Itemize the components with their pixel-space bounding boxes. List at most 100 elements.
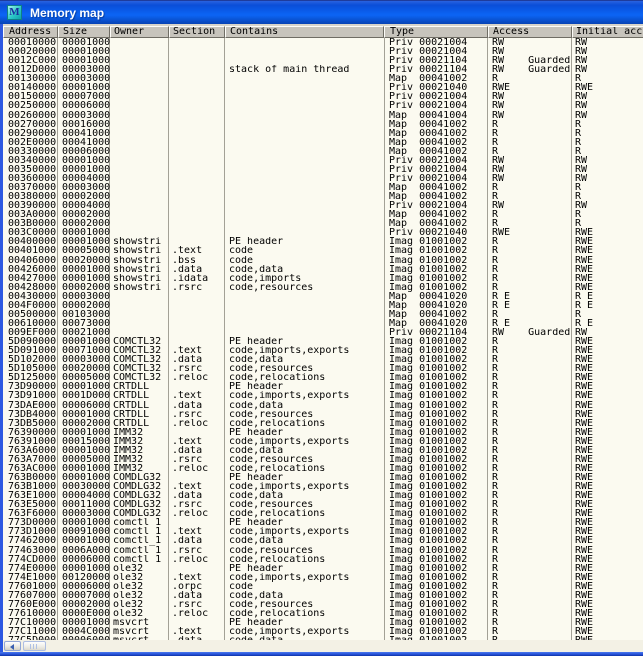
table-row[interactable]: 73D9000000001000CRTDLLPE headerImag 0100… [3,382,643,391]
table-row[interactable]: 0002000000001000Priv 00021004RWRW [3,47,643,56]
table-row[interactable]: 5D10200000003000COMCTL32.datacode,dataIm… [3,355,643,364]
table-row[interactable]: 763B100000030000COMDLG32.textcode,import… [3,482,643,491]
table-row[interactable]: 5D12500000005000COMCTL32.reloccode,reloc… [3,373,643,382]
column-header-contains[interactable]: Contains [225,26,384,38]
column-header-address[interactable]: Address [3,26,58,38]
scrollbar-track[interactable] [47,640,643,652]
cell-initial_access: RWE [575,283,643,292]
table-row[interactable]: 003A000000002000Map 00041002RR [3,210,643,219]
cell-address: 774E1000 [8,573,58,582]
table-row[interactable]: 0012C00000001000Priv 00021104RW GuardedR… [3,56,643,65]
title-bar[interactable]: M Memory map [0,0,643,24]
table-row[interactable]: 763A700000005000IMM32.rsrccode,resources… [3,455,643,464]
table-row[interactable]: 0029000000041000Map 00041002RR [3,129,643,138]
table-row[interactable]: 0061000000073000Map 00041020R ER E [3,319,643,328]
table-row[interactable]: 73D910000001D000CRTDLL.textcode,imports,… [3,391,643,400]
table-row[interactable]: 0001000000001000Priv 00021004RWRW [3,38,643,47]
table-row[interactable]: 763B000000001000COMDLG32PE headerImag 01… [3,473,643,482]
table-row[interactable]: 0036000000004000Priv 00021004RWRW [3,174,643,183]
table-row[interactable]: 5D09100000071000COMCTL32.textcode,import… [3,346,643,355]
column-header-size[interactable]: Size [58,26,110,38]
memory-map-icon[interactable]: M [7,5,22,20]
table-row[interactable]: 0012D00000003000stack of main threadPriv… [3,65,643,74]
table-row[interactable]: 002E000000041000Map 00041002RR [3,138,643,147]
table-row[interactable]: 763F600000003000COMDLG32.reloccode,reloc… [3,509,643,518]
column-header-label: Type [385,27,414,37]
column-header-section[interactable]: Section [169,26,225,38]
table-row[interactable]: 0026000000003000Map 00041004RWRW [3,111,643,120]
column-header-type[interactable]: Type [384,26,488,38]
cell-size: 00041000 [62,129,110,138]
cell-section: .data [172,401,225,410]
table-row[interactable]: 763A600000001000IMM32.datacode,dataImag … [3,446,643,455]
table-row[interactable]: 0042600000001000showstri.datacode,dataIm… [3,265,643,274]
cell-access: R [492,609,572,618]
table-row[interactable]: 763E100000004000COMDLG32.datacode,dataIm… [3,491,643,500]
table-row[interactable]: 0040100000005000showstri.textcodeImag 01… [3,246,643,255]
table-row[interactable]: 003B000000002000Map 00041002RR [3,219,643,228]
horizontal-scrollbar[interactable] [3,640,643,652]
table-row[interactable]: 0037000000003000Map 00041002RR [3,183,643,192]
table-row[interactable]: 7760100000006000ole32.orpccodeImag 01001… [3,582,643,591]
cell-section: .reloc [172,555,225,564]
table-row[interactable]: 774CD00000006000comctl_1.reloccode,reloc… [3,555,643,564]
table-row[interactable]: 0042700000001000showstri.idatacode,impor… [3,274,643,283]
cell-size: 00006000 [62,147,110,156]
table-row[interactable]: 763AC00000001000IMM32.reloccode,relocati… [3,464,643,473]
table-row[interactable]: 73DB500000002000CRTDLL.reloccode,relocat… [3,419,643,428]
table-row[interactable]: 0050000000103000Map 00041002RR [3,310,643,319]
table-row[interactable]: 73DAE00000006000CRTDLL.datacode,dataImag… [3,401,643,410]
table-row[interactable]: 773D000000001000comctl_1PE headerImag 01… [3,518,643,527]
cell-type: Imag 01001002 [389,283,488,292]
table-row[interactable]: 0033000000006000Map 00041002RR [3,147,643,156]
table-row[interactable]: 7746200000001000comctl_1.datacode,dataIm… [3,536,643,545]
table-row[interactable]: 774630000006A000comctl_1.rsrccode,resour… [3,546,643,555]
cell-contains: code,imports,exports [229,527,384,536]
table-row[interactable]: 0042800000002000showstri.rsrccode,resour… [3,283,643,292]
column-header-owner[interactable]: Owner [110,26,169,38]
table-row[interactable]: 0035000000001000Priv 00021004RWRW [3,165,643,174]
cell-contains: PE header [229,428,384,437]
cell-initial_access: R [575,147,643,156]
table-row[interactable]: 73DB400000001000CRTDLL.rsrccode,resource… [3,410,643,419]
table-row[interactable]: 763E500000011000COMDLG32.rsrccode,resour… [3,500,643,509]
cell-size: 00001000 [62,518,110,527]
cell-size: 00004000 [62,174,110,183]
table-row[interactable]: 776100000000E000ole32.reloccode,relocati… [3,609,643,618]
table-row[interactable]: 77C1000000001000msvcrtPE headerImag 0100… [3,618,643,627]
table-row[interactable]: 0014000000001000Priv 00021040RWERWE [3,83,643,92]
table-row[interactable]: 5D09000000001000COMCTL32PE headerImag 01… [3,337,643,346]
table-row[interactable]: 773D100000091000comctl_1.textcode,import… [3,527,643,536]
table-row[interactable]: 003C000000001000Priv 00021040RWERWE [3,228,643,237]
table-row[interactable]: 0040600000020000showstri.bsscodeImag 010… [3,256,643,265]
table-row[interactable]: 7760E00000002000ole32.rsrccode,resources… [3,600,643,609]
table-row[interactable]: 0013000000003000Map 00041002RR [3,74,643,83]
table-row[interactable]: 0034000000001000Priv 00021004RWRW [3,156,643,165]
table-row[interactable]: 5D10500000020000COMCTL32.rsrccode,resour… [3,364,643,373]
table-row[interactable]: 0039000000004000Priv 00021004RWRW [3,201,643,210]
column-header-initial_access[interactable]: Initial acc [572,26,643,38]
table-row[interactable]: 774E100000120000ole32.textcode,imports,e… [3,573,643,582]
table-row[interactable]: 7639100000015000IMM32.textcode,imports,e… [3,437,643,446]
table-row[interactable]: 7760700000007000ole32.datacode,dataImag … [3,591,643,600]
cell-owner: COMCTL32 [113,364,169,373]
table-row[interactable]: 004F000000002000Map 00041020R ER E [3,301,643,310]
table-row[interactable]: 0027000000016000Map 00041002RR [3,120,643,129]
scroll-left-button[interactable] [4,641,21,651]
table-row[interactable]: 7639000000001000IMM32PE headerImag 01001… [3,428,643,437]
cell-contains: code,relocations [229,509,384,518]
table-row[interactable]: 0015000000007000Priv 00021004RWRW [3,92,643,101]
table-row[interactable]: 009EF00000021000Priv 00021104RW GuardedR… [3,328,643,337]
table-row[interactable]: 0043000000003000Map 00041020R ER E [3,292,643,301]
column-header-access[interactable]: Access [488,26,572,38]
table-row[interactable]: 0025000000006000Priv 00021004RWRW [3,101,643,110]
scrollbar-thumb[interactable] [23,641,46,651]
cell-contains: code,data [229,401,384,410]
cell-type: Imag 01001002 [389,256,488,265]
cell-initial_access: R [575,74,643,83]
table-row[interactable]: 774E000000001000ole32PE headerImag 01001… [3,564,643,573]
table-row[interactable]: 0040000000001000showstriPE headerImag 01… [3,237,643,246]
table-row[interactable]: 0038000000002000Map 00041002RR [3,192,643,201]
cell-address: 0012D000 [8,65,58,74]
table-row[interactable]: 77C110000004C000msvcrt.textcode,imports,… [3,627,643,636]
